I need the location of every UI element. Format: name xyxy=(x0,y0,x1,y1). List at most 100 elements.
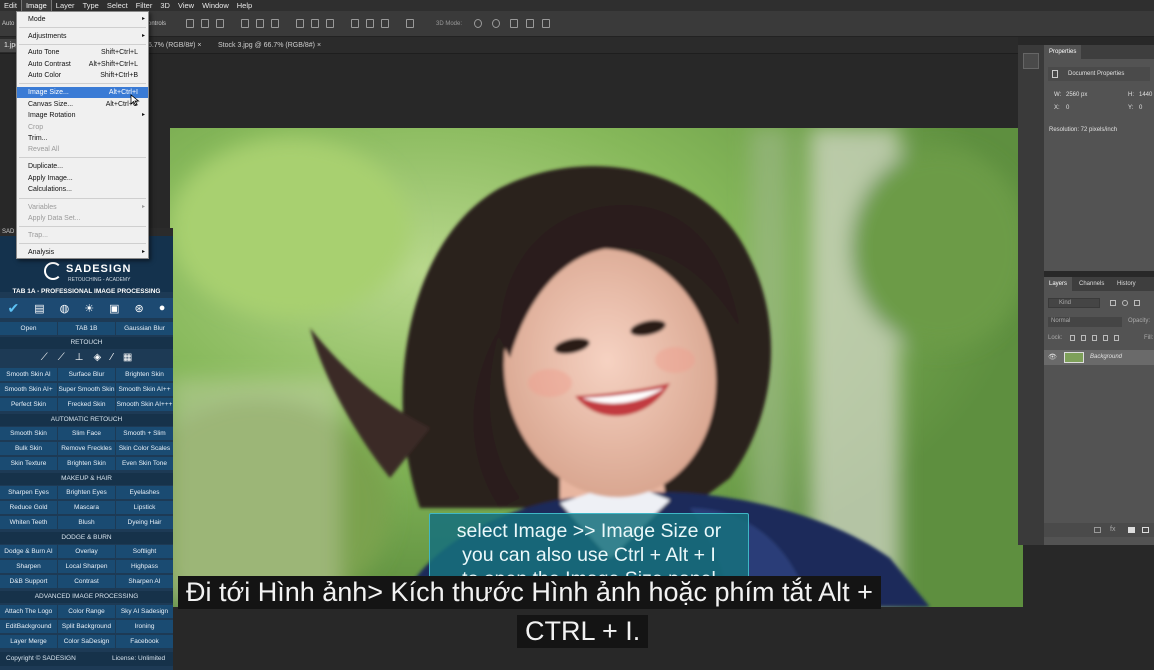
3d-roll-icon[interactable] xyxy=(492,19,500,28)
new-layer-icon[interactable] xyxy=(1142,527,1149,533)
brush-soft-icon[interactable]: ⟋ xyxy=(58,349,65,366)
auto-align-icon[interactable] xyxy=(406,19,414,28)
menu-item-mode[interactable]: Mode ▸ xyxy=(17,14,148,25)
link-layers-icon[interactable] xyxy=(1094,527,1101,533)
distribute-vcenter-icon[interactable] xyxy=(311,19,319,28)
align-bottom-icon[interactable] xyxy=(216,19,224,28)
surface-blur-button[interactable]: Surface Blur xyxy=(58,368,115,381)
highpass-button[interactable]: Highpass xyxy=(116,560,173,573)
distribute-bottom-icon[interactable] xyxy=(326,19,334,28)
menu-item-apply-image[interactable]: Apply Image... xyxy=(17,173,148,184)
lock-artboard-icon[interactable] xyxy=(1103,335,1108,341)
stamp-icon[interactable]: ⊥ xyxy=(75,349,84,366)
layer-row-background[interactable]: 👁 Background xyxy=(1044,350,1154,365)
color-circles-icon[interactable]: ⊛ xyxy=(135,302,144,315)
distribute-right-icon[interactable] xyxy=(381,19,389,28)
menu-item-auto-contrast[interactable]: Auto Contrast Alt+Shift+Ctrl+L xyxy=(17,59,148,70)
split-background-button[interactable]: Split Background xyxy=(58,620,115,633)
menu-help[interactable]: Help xyxy=(233,0,256,11)
smooth-skin-button[interactable]: Smooth Skin xyxy=(0,427,57,440)
layer-merge-button[interactable]: Layer Merge xyxy=(0,635,57,648)
distribute-left-icon[interactable] xyxy=(351,19,359,28)
smooth-skin-ai-plus2-button[interactable]: Smooth Skin AI++ xyxy=(116,383,173,396)
align-right-icon[interactable] xyxy=(271,19,279,28)
user-icon[interactable]: ● xyxy=(159,302,166,314)
menu-layer[interactable]: Layer xyxy=(52,0,79,11)
sharpen-ai-button[interactable]: Sharpen AI xyxy=(116,575,173,588)
menu-item-analysis[interactable]: Analysis ▸ xyxy=(17,247,148,258)
tab-1b-button[interactable]: TAB 1B xyxy=(58,322,115,335)
local-sharpen-button[interactable]: Local Sharpen xyxy=(58,560,115,573)
visibility-eye-icon[interactable]: 👁 xyxy=(1048,353,1057,361)
menu-view[interactable]: View xyxy=(174,0,198,11)
color-range-button[interactable]: Color Range xyxy=(58,605,115,618)
filter-adjust-icon[interactable] xyxy=(1122,300,1128,306)
brush-icon[interactable]: ⟋ xyxy=(41,349,48,366)
3d-rotate-icon[interactable] xyxy=(474,19,482,28)
skin-texture-button[interactable]: Skin Texture xyxy=(0,457,57,470)
lipstick-button[interactable]: Lipstick xyxy=(116,501,173,514)
align-top-icon[interactable] xyxy=(186,19,194,28)
mascara-button[interactable]: Mascara xyxy=(58,501,115,514)
menu-item-calculations[interactable]: Calculations... xyxy=(17,184,148,195)
skin-color-scales-button[interactable]: Skin Color Scales xyxy=(116,442,173,455)
fx-icon[interactable]: fx xyxy=(1110,526,1115,533)
pencil-icon[interactable]: ⁄ xyxy=(111,349,113,366)
document-icon[interactable]: ▤ xyxy=(34,302,44,315)
lock-pixels-icon[interactable] xyxy=(1081,335,1086,341)
distribute-top-icon[interactable] xyxy=(296,19,304,28)
menu-item-auto-color[interactable]: Auto Color Shift+Ctrl+B xyxy=(17,70,148,81)
facebook-button[interactable]: Facebook xyxy=(116,635,173,648)
tab-properties[interactable]: Properties xyxy=(1044,45,1082,59)
align-left-icon[interactable] xyxy=(241,19,249,28)
sky-ai-sadesign-button[interactable]: Sky AI Sadesign xyxy=(116,605,173,618)
sharpen-button[interactable]: Sharpen xyxy=(0,560,57,573)
filter-type-icon[interactable] xyxy=(1134,300,1140,306)
menu-item-image-size[interactable]: Image Size... Alt+Ctrl+I xyxy=(17,87,148,98)
softlight-button[interactable]: Softlight xyxy=(116,545,173,558)
transform-controls-label[interactable]: ontrols xyxy=(148,21,166,27)
perfect-skin-button[interactable]: Perfect Skin xyxy=(0,398,57,411)
align-vcenter-icon[interactable] xyxy=(201,19,209,28)
distribute-hcenter-icon[interactable] xyxy=(366,19,374,28)
remove-freckles-button[interactable]: Remove Freckles xyxy=(58,442,115,455)
dyeing-hair-button[interactable]: Dyeing Hair xyxy=(116,516,173,529)
gaussian-blur-button[interactable]: Gaussian Blur xyxy=(116,322,173,335)
pattern-icon[interactable]: ▦ xyxy=(123,349,132,366)
blush-button[interactable]: Blush xyxy=(58,516,115,529)
lock-transparent-icon[interactable] xyxy=(1070,335,1075,341)
menu-type[interactable]: Type xyxy=(79,0,103,11)
crop-icon[interactable]: ▣ xyxy=(109,302,119,315)
x-value[interactable]: 0 xyxy=(1066,105,1069,111)
tab-history[interactable]: History xyxy=(1112,277,1141,291)
brighten-skin-auto-button[interactable]: Brighten Skin xyxy=(58,457,115,470)
whiten-teeth-button[interactable]: Whiten Teeth xyxy=(0,516,57,529)
globe-icon[interactable]: ◍ xyxy=(60,302,70,315)
color-sadesign-button[interactable]: Color SaDesign xyxy=(58,635,115,648)
attach-logo-button[interactable]: Attach The Logo xyxy=(0,605,57,618)
add-mask-icon[interactable] xyxy=(1128,527,1135,533)
dodge-burn-ai-button[interactable]: Dodge & Burn AI xyxy=(0,545,57,558)
contrast-button[interactable]: Contrast xyxy=(58,575,115,588)
reduce-gold-button[interactable]: Reduce Gold xyxy=(0,501,57,514)
filter-pixel-icon[interactable] xyxy=(1110,300,1116,306)
check-icon[interactable]: ✔ xyxy=(8,300,20,317)
close-icon[interactable]: × xyxy=(317,42,321,49)
menu-item-adjustments[interactable]: Adjustments ▸ xyxy=(17,31,148,42)
menu-item-trim[interactable]: Trim... xyxy=(17,133,148,144)
tab-document-3[interactable]: Stock 3.jpg @ 66.7% (RGB/8#) × xyxy=(214,39,325,52)
menu-window[interactable]: Window xyxy=(198,0,233,11)
eyelashes-button[interactable]: Eyelashes xyxy=(116,486,173,499)
smooth-skin-ai-plus-button[interactable]: Smooth Skin AI+ xyxy=(0,383,57,396)
auto-select-label[interactable]: Auto xyxy=(2,21,14,27)
menu-3d[interactable]: 3D xyxy=(156,0,174,11)
properties-panel-icon[interactable] xyxy=(1023,53,1039,69)
lock-all-icon[interactable] xyxy=(1114,335,1119,341)
menu-item-duplicate[interactable]: Duplicate... xyxy=(17,161,148,172)
3d-slide-icon[interactable] xyxy=(526,19,534,28)
ironing-button[interactable]: Ironing xyxy=(116,620,173,633)
blend-mode-select[interactable]: Normal xyxy=(1048,317,1122,327)
smooth-skin-ai-plus3-button[interactable]: Smooth Skin AI+++ xyxy=(116,398,173,411)
open-button[interactable]: Open xyxy=(0,322,57,335)
sun-icon[interactable]: ☀ xyxy=(84,302,94,315)
